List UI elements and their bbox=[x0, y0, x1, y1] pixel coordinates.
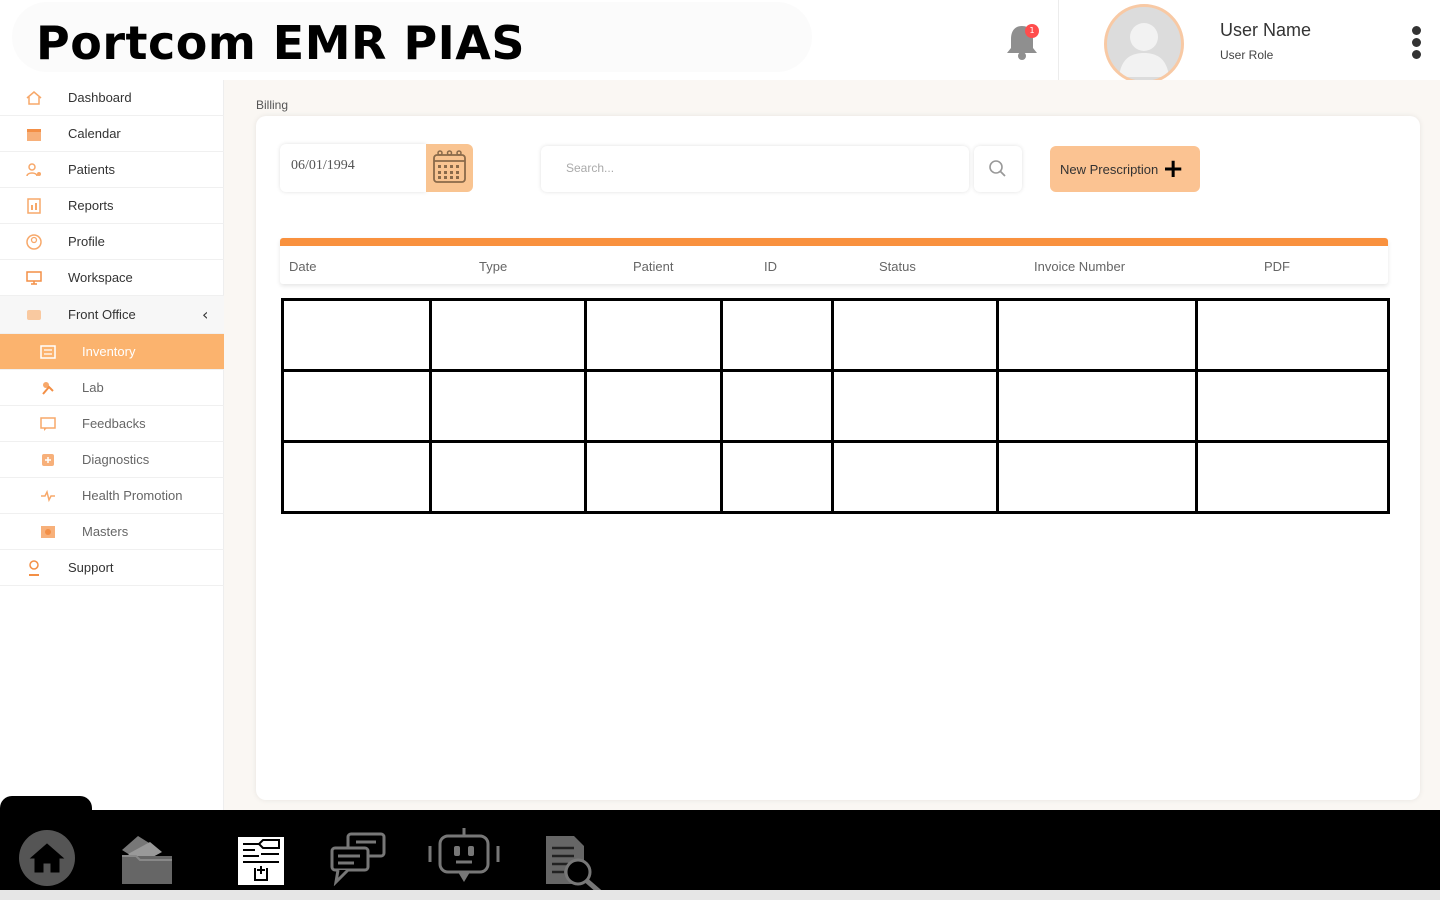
sidebar-item-calendar[interactable]: Calendar bbox=[0, 116, 224, 152]
feedback-icon bbox=[40, 416, 56, 431]
bottom-toolbar bbox=[0, 810, 1440, 896]
health-promotion-icon bbox=[41, 489, 55, 502]
new-prescription-label: New Prescription bbox=[1060, 161, 1159, 177]
main-content: Billing 06/01/1994 Search... New Prescri… bbox=[224, 80, 1440, 810]
bot-icon[interactable] bbox=[428, 826, 500, 888]
sidebar-item-label: Masters bbox=[82, 524, 129, 539]
inventory-icon bbox=[40, 344, 56, 359]
billing-table bbox=[281, 298, 1390, 514]
calendar-picker-button[interactable] bbox=[426, 144, 473, 192]
column-header-status[interactable]: Status bbox=[879, 259, 916, 274]
column-header-pdf[interactable]: PDF bbox=[1264, 259, 1290, 274]
breadcrumb: Billing bbox=[256, 98, 289, 112]
sidebar-item-label: Front Office bbox=[68, 307, 136, 322]
sidebar-item-lab[interactable]: Lab bbox=[0, 370, 224, 406]
sidebar-item-diagnostics[interactable]: Diagnostics bbox=[0, 442, 224, 478]
sidebar-item-label: Support bbox=[68, 560, 114, 575]
column-header-date[interactable]: Date bbox=[289, 259, 316, 274]
search-input[interactable]: Search... bbox=[541, 146, 969, 192]
home-icon bbox=[26, 90, 42, 105]
column-header-id[interactable]: ID bbox=[764, 259, 777, 274]
table-row[interactable] bbox=[281, 369, 1390, 443]
table-header: Date Type Patient ID Status Invoice Numb… bbox=[280, 238, 1388, 284]
sidebar-item-health-promotion[interactable]: Health Promotion bbox=[0, 478, 224, 514]
support-icon bbox=[29, 559, 39, 576]
chat-icon[interactable] bbox=[328, 830, 388, 886]
calendar-icon bbox=[433, 150, 466, 183]
column-header-type[interactable]: Type bbox=[479, 259, 507, 274]
sidebar-item-label: Patients bbox=[68, 162, 115, 177]
more-options-icon[interactable] bbox=[1406, 26, 1426, 62]
lab-icon bbox=[42, 381, 54, 395]
table-row[interactable] bbox=[281, 298, 1390, 372]
sidebar-item-label: Workspace bbox=[68, 270, 133, 285]
sidebar-item-label: Reports bbox=[68, 198, 114, 213]
app-header: Portcom EMR PIAS 1 User Name User Role bbox=[0, 0, 1440, 84]
sidebar-item-label: Profile bbox=[68, 234, 105, 249]
sidebar-item-label: Lab bbox=[82, 380, 104, 395]
sidebar-item-workspace[interactable]: Workspace bbox=[0, 260, 224, 296]
column-header-patient[interactable]: Patient bbox=[633, 259, 673, 274]
calendar-icon bbox=[27, 128, 41, 141]
bottom-edge bbox=[0, 890, 1440, 900]
masters-icon bbox=[41, 525, 55, 538]
documents-icon[interactable] bbox=[118, 832, 176, 886]
date-field[interactable]: 06/01/1994 bbox=[280, 144, 426, 192]
sidebar-item-feedbacks[interactable]: Feedbacks bbox=[0, 406, 224, 442]
monitor-icon bbox=[26, 270, 42, 285]
sidebar-item-label: Health Promotion bbox=[82, 488, 183, 503]
sidebar-item-profile[interactable]: Profile bbox=[0, 224, 224, 260]
sidebar-item-label: Inventory bbox=[82, 344, 136, 359]
table-row[interactable] bbox=[281, 440, 1390, 514]
prescription-icon[interactable] bbox=[237, 836, 285, 886]
reports-icon bbox=[27, 197, 41, 214]
diagnostics-icon bbox=[42, 453, 54, 466]
front-office-icon bbox=[27, 309, 41, 320]
new-prescription-button[interactable]: New Prescription + bbox=[1050, 146, 1200, 192]
sidebar-item-inventory[interactable]: Inventory bbox=[0, 334, 224, 370]
user-role: User Role bbox=[1220, 48, 1274, 62]
sidebar-item-reports[interactable]: Reports bbox=[0, 188, 224, 224]
sidebar-item-label: Dashboard bbox=[68, 90, 132, 105]
home-icon[interactable] bbox=[17, 828, 77, 888]
sidebar-item-dashboard[interactable]: Dashboard bbox=[0, 80, 224, 116]
plus-icon: + bbox=[1162, 154, 1185, 184]
avatar[interactable] bbox=[1104, 4, 1184, 84]
sidebar-item-support[interactable]: Support bbox=[0, 550, 224, 586]
sidebar-item-label: Feedbacks bbox=[82, 416, 146, 431]
notification-badge: 1 bbox=[1025, 24, 1039, 38]
patients-icon bbox=[26, 162, 41, 176]
chevron-left-icon[interactable]: ‹ bbox=[202, 305, 208, 324]
user-name: User Name bbox=[1220, 20, 1312, 40]
sidebar-item-label: Diagnostics bbox=[82, 452, 150, 467]
app-title: Portcom EMR PIAS bbox=[36, 16, 526, 70]
document-search-icon[interactable] bbox=[544, 832, 608, 898]
header-divider bbox=[1058, 0, 1059, 80]
search-button[interactable] bbox=[974, 146, 1022, 192]
sidebar-item-masters[interactable]: Masters bbox=[0, 514, 224, 550]
sidebar-item-label: Calendar bbox=[68, 126, 121, 141]
column-header-invoice-number[interactable]: Invoice Number bbox=[1034, 259, 1125, 274]
search-icon bbox=[989, 160, 1006, 177]
sidebar: Dashboard Calendar Patients Reports Prof… bbox=[0, 80, 224, 810]
sidebar-item-patients[interactable]: Patients bbox=[0, 152, 224, 188]
billing-card: 06/01/1994 Search... New Prescription + … bbox=[256, 116, 1420, 800]
sidebar-item-front-office[interactable]: Front Office ‹ bbox=[0, 296, 224, 334]
profile-icon bbox=[26, 233, 42, 250]
